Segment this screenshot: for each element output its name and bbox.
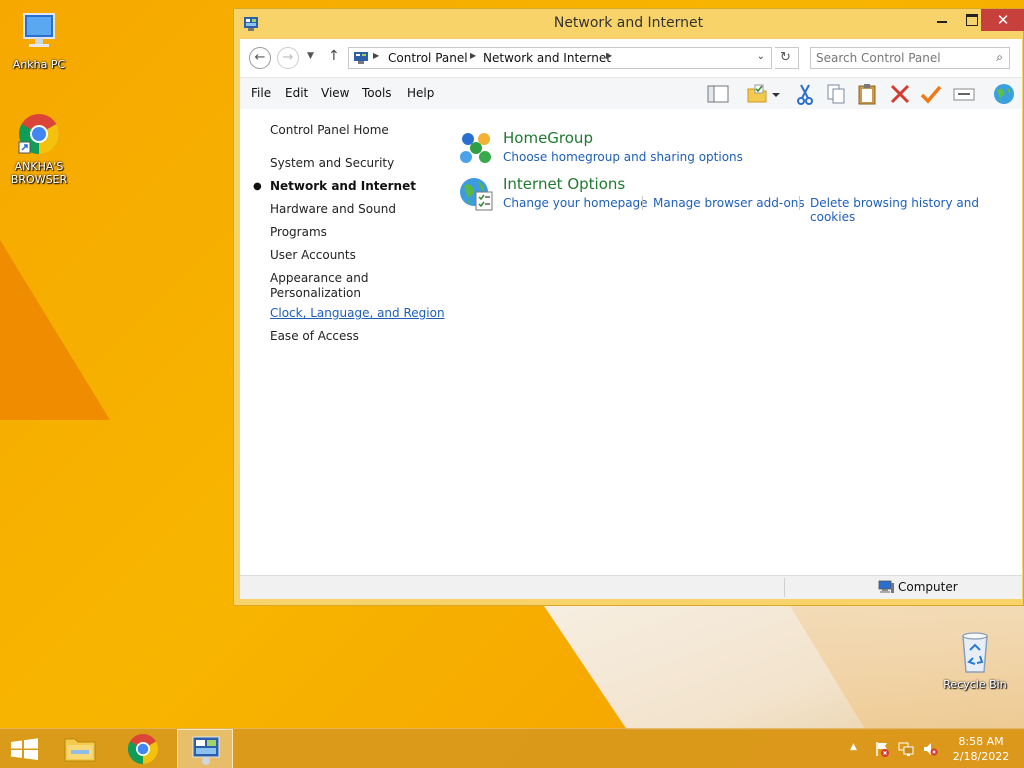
category-internet-options-title[interactable]: Internet Options xyxy=(503,175,625,193)
recycle-bin-icon xyxy=(953,630,997,674)
breadcrumb-separator-icon[interactable]: ▶ xyxy=(373,51,379,60)
control-panel-icon xyxy=(353,51,369,65)
title-bar[interactable]: Network and Internet ✕ xyxy=(234,9,1024,39)
file-explorer-icon xyxy=(64,738,96,762)
internet-options-icon[interactable] xyxy=(458,176,494,212)
control-panel-icon xyxy=(192,736,220,765)
taskbar-chrome[interactable] xyxy=(115,729,171,768)
refresh-icon: ↻ xyxy=(780,50,791,65)
taskbar-clock[interactable]: 8:58 AM 2/18/2022 xyxy=(944,734,1018,764)
menu-edit[interactable]: Edit xyxy=(285,86,308,100)
network-icon[interactable] xyxy=(898,741,914,757)
sidebar-item-system-and-security[interactable]: System and Security xyxy=(270,156,394,171)
current-page-bullet: ● xyxy=(253,181,262,192)
taskbar: ▲ 8:58 AM 2/18/2022 xyxy=(0,728,1024,768)
back-arrow-icon: ← xyxy=(254,50,266,65)
content-area: Control Panel Home System and Security ●… xyxy=(240,110,1022,575)
desktop-icon-ankha-pc[interactable]: Ankha PC xyxy=(3,10,75,71)
sidebar-item-label: Appearance and xyxy=(270,271,369,285)
chrome-icon xyxy=(17,112,61,156)
window-title: Network and Internet xyxy=(553,15,704,31)
delete-icon[interactable] xyxy=(888,82,912,106)
menu-view[interactable]: View xyxy=(321,86,349,100)
status-separator xyxy=(784,578,785,597)
back-button[interactable]: ← xyxy=(249,47,271,69)
recent-locations-button[interactable]: ▼ xyxy=(307,51,314,61)
window-client-area: ← → ▼ ↑ ▶ Control Panel ▶ Network and In… xyxy=(240,39,1022,599)
search-icon[interactable]: ⌕ xyxy=(996,50,1003,65)
forward-arrow-icon: → xyxy=(282,50,294,65)
rename-icon[interactable] xyxy=(952,82,976,106)
start-button[interactable] xyxy=(0,729,56,768)
refresh-button[interactable]: ↻ xyxy=(775,47,799,69)
volume-muted-icon[interactable] xyxy=(922,741,938,757)
sidebar-item-hardware-and-sound[interactable]: Hardware and Sound xyxy=(270,202,396,217)
close-button[interactable]: ✕ xyxy=(981,9,1024,31)
clock-time: 8:58 AM xyxy=(958,735,1004,748)
cut-icon[interactable] xyxy=(793,82,817,106)
properties-check-icon[interactable] xyxy=(919,82,943,106)
menu-tools[interactable]: Tools xyxy=(362,86,392,100)
folder-options-icon[interactable] xyxy=(745,82,769,106)
menu-help[interactable]: Help xyxy=(407,86,434,100)
sidebar-item-control-panel-home[interactable]: Control Panel Home xyxy=(270,123,389,138)
sidebar-item-clock-language-and-region[interactable]: Clock, Language, and Region xyxy=(270,306,445,321)
sidebar-item-ease-of-access[interactable]: Ease of Access xyxy=(270,329,359,344)
breadcrumb-network-and-internet[interactable]: Network and Internet xyxy=(483,51,611,65)
sidebar-item-user-accounts[interactable]: User Accounts xyxy=(270,248,356,263)
homegroup-icon[interactable] xyxy=(458,130,494,166)
minimize-button[interactable] xyxy=(927,9,957,31)
desktop-icon-recycle-bin[interactable]: Recycle Bin xyxy=(939,630,1011,691)
computer-icon xyxy=(17,10,61,54)
link-separator xyxy=(799,196,800,210)
globe-icon[interactable] xyxy=(992,82,1016,106)
status-bar: Computer xyxy=(240,575,1022,599)
breadcrumb-control-panel[interactable]: Control Panel xyxy=(388,51,468,65)
link-change-your-homepage[interactable]: Change your homepage xyxy=(503,196,648,210)
taskbar-file-explorer[interactable] xyxy=(53,729,109,768)
breadcrumb-separator-icon[interactable]: ▶ xyxy=(606,51,612,60)
show-hidden-icons-button[interactable]: ▲ xyxy=(850,742,866,758)
link-manage-browser-add-ons[interactable]: Manage browser add-ons xyxy=(653,196,805,210)
sidebar-item-appearance-and-personalization[interactable]: Appearance and Personalization xyxy=(270,271,368,301)
computer-icon xyxy=(878,580,894,594)
chevron-down-icon[interactable] xyxy=(770,82,782,106)
action-center-icon[interactable] xyxy=(874,741,890,757)
status-location: Computer xyxy=(898,580,958,594)
copy-icon[interactable] xyxy=(824,82,848,106)
chevron-down-icon[interactable]: ⌄ xyxy=(757,51,765,62)
close-icon: ✕ xyxy=(996,11,1010,29)
up-button[interactable]: ↑ xyxy=(328,48,340,64)
desktop-icon-ankhas-browser[interactable]: ANKHA'S BROWSER xyxy=(3,112,75,186)
address-row: ← → ▼ ↑ ▶ Control Panel ▶ Network and In… xyxy=(240,39,1022,77)
address-bar[interactable]: ▶ Control Panel ▶ Network and Internet ▶… xyxy=(348,47,772,69)
taskbar-control-panel[interactable] xyxy=(177,729,233,768)
pane-icon[interactable] xyxy=(706,82,730,106)
paste-icon[interactable] xyxy=(855,82,879,106)
chrome-icon xyxy=(127,734,159,764)
forward-button[interactable]: → xyxy=(277,47,299,69)
wallpaper-shape xyxy=(0,240,110,420)
sidebar-item-network-and-internet: Network and Internet xyxy=(270,179,416,193)
menu-file[interactable]: File xyxy=(251,86,271,100)
search-input[interactable] xyxy=(811,48,981,68)
category-homegroup-title[interactable]: HomeGroup xyxy=(503,129,593,147)
breadcrumb-separator-icon[interactable]: ▶ xyxy=(470,51,476,60)
menu-bar: File Edit View Tools Help xyxy=(240,77,1022,109)
control-panel-window: Network and Internet ✕ ← → ▼ ↑ ▶ Control… xyxy=(233,8,1024,606)
sidebar-item-label: Personalization xyxy=(270,286,361,300)
link-separator xyxy=(642,196,643,210)
link-choose-homegroup-and-sharing-options[interactable]: Choose homegroup and sharing options xyxy=(503,150,743,164)
link-delete-browsing-history-and-cookies[interactable]: Delete browsing history and cookies xyxy=(810,196,1022,224)
sidebar-item-programs[interactable]: Programs xyxy=(270,225,327,240)
clock-date: 2/18/2022 xyxy=(952,750,1010,763)
search-box[interactable]: ⌕ xyxy=(810,47,1010,69)
